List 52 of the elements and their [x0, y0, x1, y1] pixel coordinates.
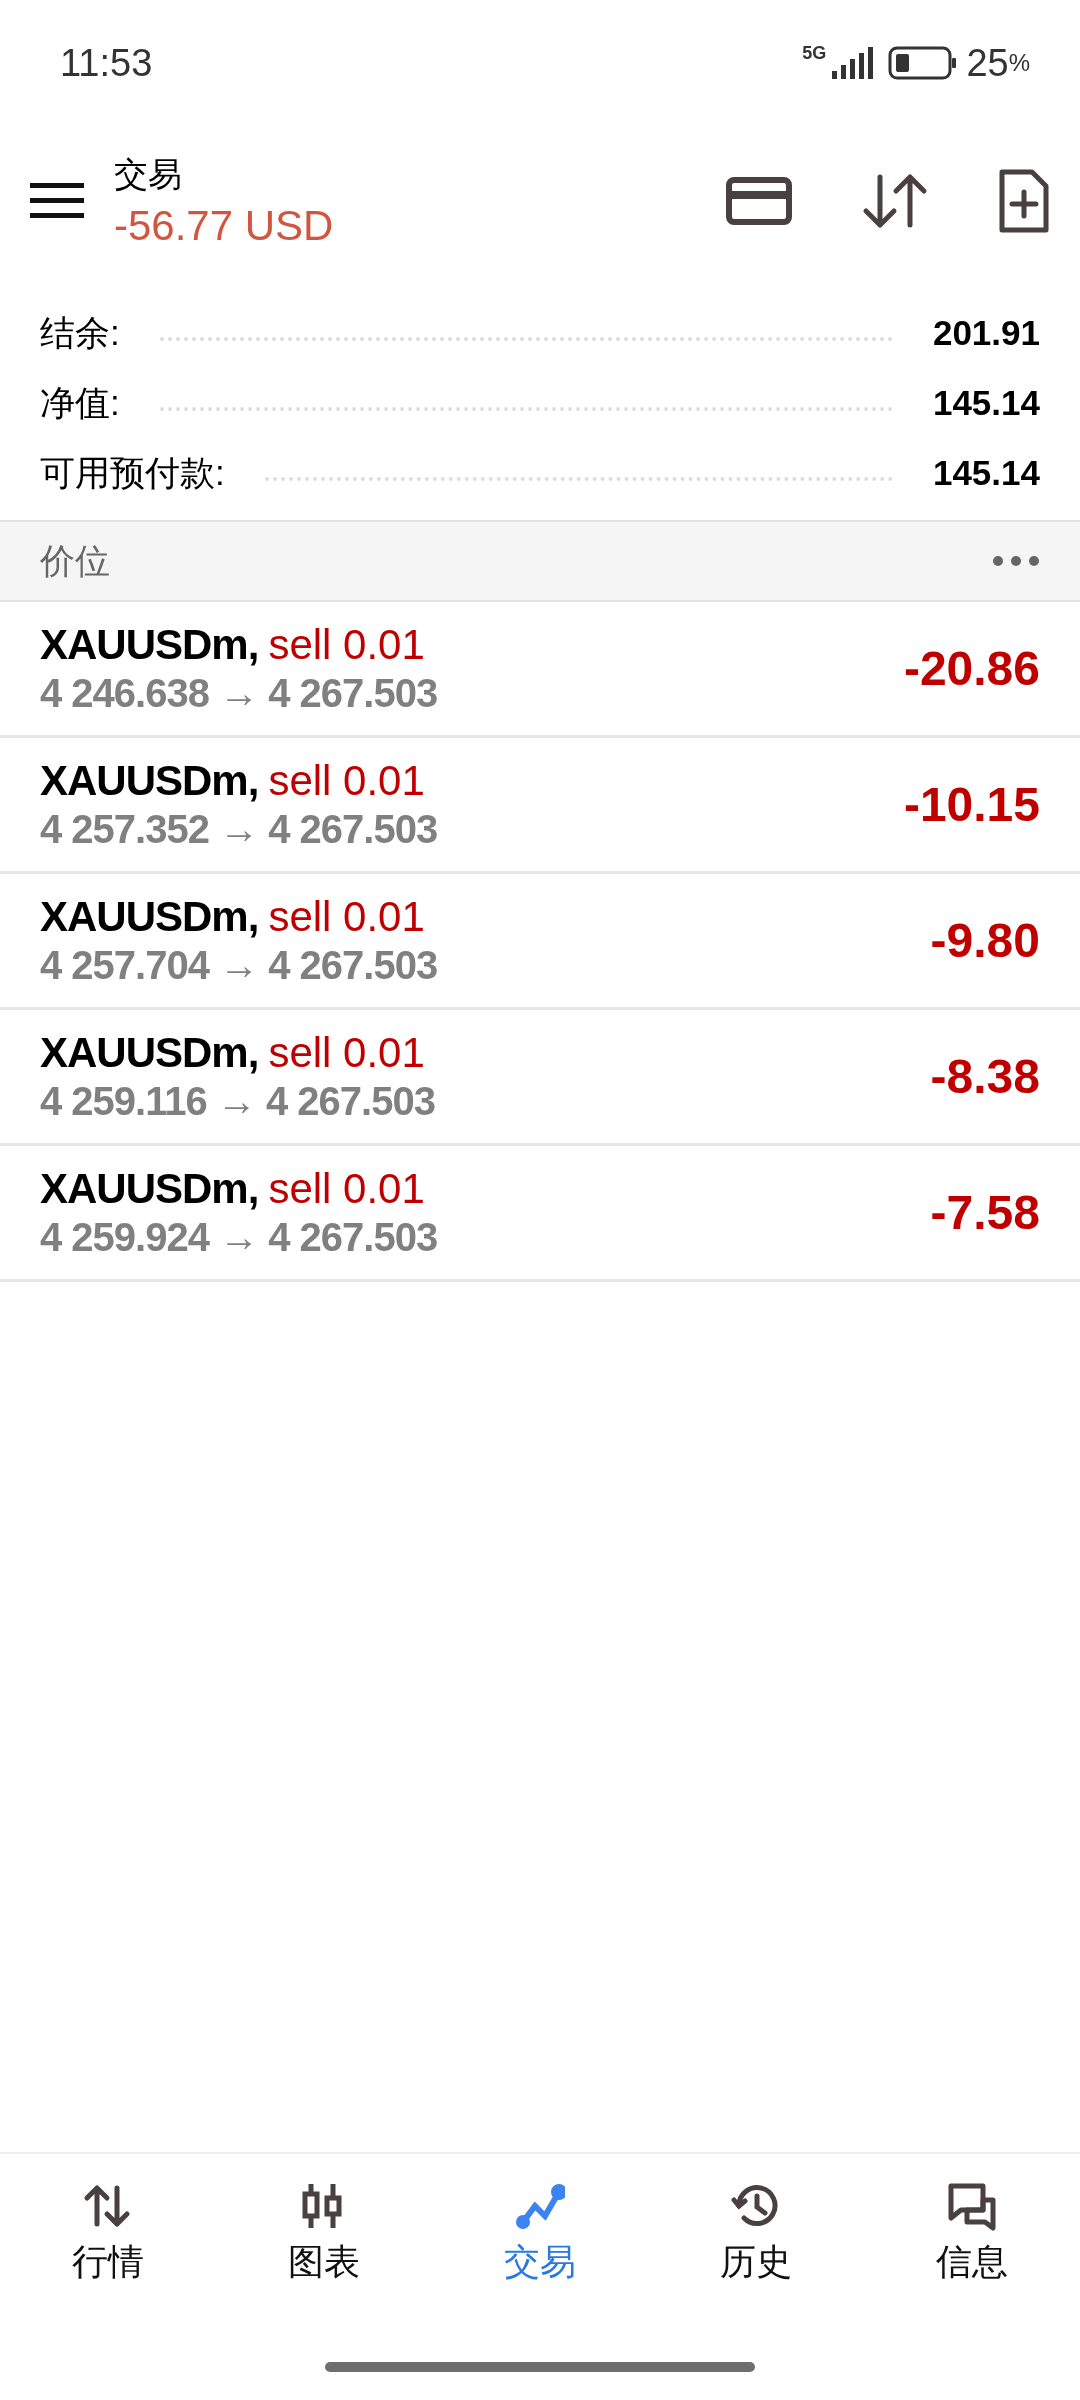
order-type: sell 0.01 — [268, 1029, 425, 1077]
summary-value: 145.14 — [932, 383, 1040, 423]
price-range: 4 257.352 → 4 267.503 — [40, 807, 439, 852]
signal-icon — [830, 45, 875, 81]
order-type: sell 0.01 — [268, 757, 425, 805]
position-row[interactable]: XAUUSDm, sell 0.01 4 246.638 → 4 267.503 -20.86 — [0, 602, 1080, 738]
position-profit: -7.58 — [930, 1185, 1040, 1240]
price-range: 4 259.116 → 4 267.503 — [40, 1079, 436, 1124]
position-row[interactable]: XAUUSDm, sell 0.01 4 257.704 → 4 267.503 -9.80 — [0, 874, 1080, 1010]
nav-tab[interactable]: 信息 — [864, 2182, 1080, 2342]
more-icon[interactable] — [992, 555, 1040, 567]
summary-label: 结余: — [40, 311, 120, 354]
chat-icon — [947, 2182, 997, 2232]
position-profit: -9.80 — [930, 913, 1040, 968]
nav-tab[interactable]: 历史 — [648, 2182, 864, 2342]
symbol: XAUUSDm, — [40, 621, 259, 669]
total-profit: -56.77 USD — [114, 202, 335, 250]
percent-sign: % — [1008, 49, 1030, 77]
network-label: 5G — [802, 44, 827, 62]
sort-button[interactable] — [862, 173, 928, 229]
new-document-button[interactable] — [998, 168, 1050, 234]
line-chart-icon — [515, 2182, 565, 2232]
position-profit: -20.86 — [903, 641, 1040, 696]
card-button[interactable] — [726, 177, 792, 225]
summary-label: 净值: — [40, 381, 120, 424]
position-row[interactable]: XAUUSDm, sell 0.01 4 259.924 → 4 267.503 -7.58 — [0, 1146, 1080, 1282]
nav-tab[interactable]: 图表 — [216, 2182, 432, 2342]
symbol: XAUUSDm, — [40, 893, 259, 941]
nav-tab[interactable]: 交易 — [432, 2182, 648, 2342]
menu-button[interactable] — [30, 181, 84, 221]
summary-label: 可用预付款: — [40, 451, 225, 494]
battery-percent: 25 — [966, 41, 1009, 85]
order-type: sell 0.01 — [268, 893, 425, 941]
symbol: XAUUSDm, — [40, 1029, 259, 1077]
order-type: sell 0.01 — [268, 1165, 425, 1213]
price-range: 4 257.704 → 4 267.503 — [40, 943, 439, 988]
price-range: 4 259.924 → 4 267.503 — [40, 1215, 439, 1260]
screen-title: 交易 — [114, 154, 183, 195]
order-type: sell 0.01 — [268, 621, 425, 669]
symbol: XAUUSDm, — [40, 1165, 259, 1213]
summary-value: 145.14 — [932, 453, 1040, 493]
price-range: 4 246.638 → 4 267.503 — [40, 671, 439, 716]
battery-icon — [888, 45, 959, 81]
position-profit: -10.15 — [903, 777, 1040, 832]
section-title: 价位 — [40, 539, 110, 582]
position-row[interactable]: XAUUSDm, sell 0.01 4 257.352 → 4 267.503 -10.15 — [0, 738, 1080, 874]
symbol: XAUUSDm, — [40, 757, 259, 805]
position-profit: -8.38 — [930, 1049, 1040, 1104]
nav-tab[interactable]: 行情 — [0, 2182, 216, 2342]
position-row[interactable]: XAUUSDm, sell 0.01 4 259.116 → 4 267.503 -8.38 — [0, 1010, 1080, 1146]
summary-value: 201.91 — [932, 313, 1040, 353]
clock: 11:53 — [60, 41, 153, 85]
